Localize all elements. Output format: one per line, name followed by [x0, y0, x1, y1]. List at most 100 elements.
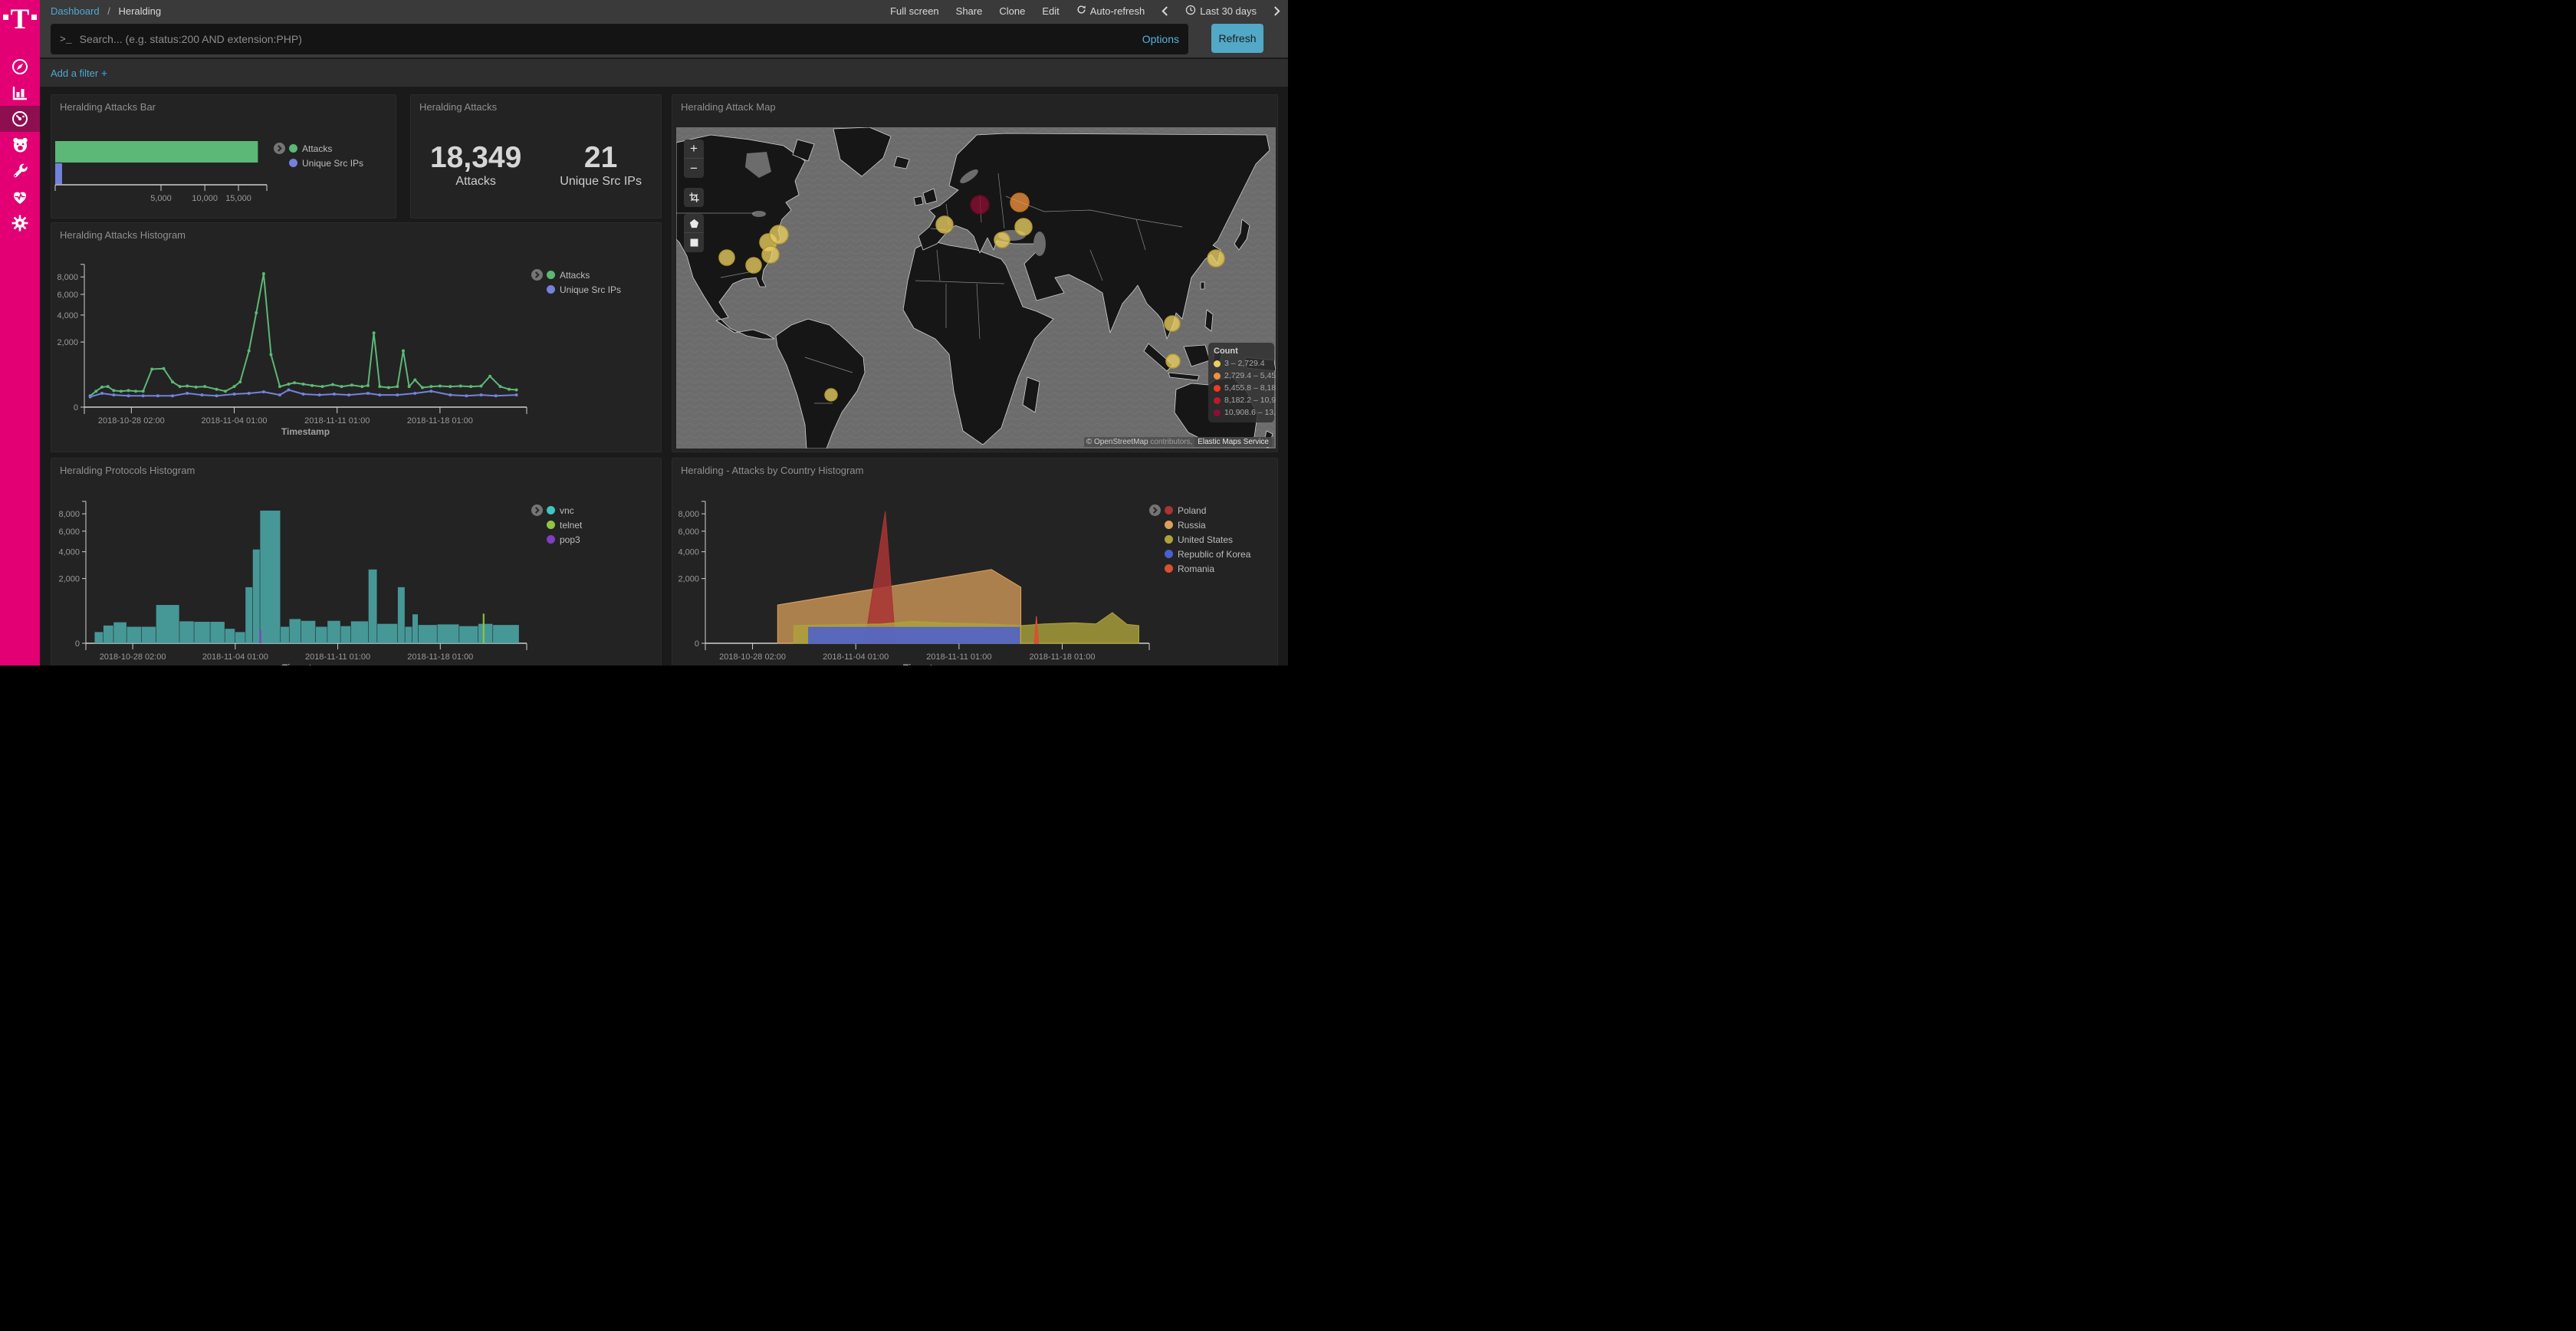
map-fit-control: [684, 188, 704, 207]
map-zoom-controls: + −: [684, 140, 704, 178]
legend-toggle-icon[interactable]: [274, 143, 285, 154]
panel-attack-map: Heralding Attack Map: [672, 94, 1278, 452]
attack-location-circle[interactable]: [971, 196, 989, 214]
svg-text:Timestamp: Timestamp: [903, 662, 951, 666]
map-legend-label: 2,729.4 – 5,455.8: [1224, 371, 1276, 380]
svg-text:2018-11-18 01:00: 2018-11-18 01:00: [1029, 652, 1095, 662]
attack-location-circle[interactable]: [936, 216, 953, 233]
svg-text:8,000: 8,000: [678, 510, 699, 519]
draw-polygon-icon[interactable]: [684, 214, 704, 233]
map-legend-label: 10,908.6 – 13,635: [1224, 408, 1276, 417]
elastic-maps-credit[interactable]: Elastic Maps Service: [1194, 437, 1272, 447]
attack-location-circle[interactable]: [1166, 354, 1180, 368]
draw-rectangle-icon[interactable]: [684, 233, 704, 252]
crop-icon[interactable]: [684, 188, 704, 207]
refresh-button[interactable]: Refresh: [1211, 24, 1263, 53]
sidebar-item-dashboard[interactable]: [0, 106, 40, 132]
zoom-out-button[interactable]: −: [684, 159, 704, 178]
time-forward-button[interactable]: [1273, 6, 1280, 16]
legend-dot: [1165, 550, 1173, 558]
kibana-dashboard-screen: T: [0, 0, 1288, 666]
legend-item[interactable]: Unique Src IPs: [289, 156, 363, 170]
breadcrumb-dashboard-link[interactable]: Dashboard: [51, 5, 100, 17]
chart-legend: Attacks Unique Src IPs: [274, 141, 363, 170]
edit-button[interactable]: Edit: [1042, 5, 1059, 17]
protocols-bar-chart[interactable]: 02,0004,0006,0008,0002018-10-28 02:00201…: [51, 458, 661, 666]
attack-location-circle[interactable]: [825, 389, 837, 401]
metric-unique-src-ips: 21 Unique Src IPs: [560, 143, 642, 189]
legend-toggle-icon[interactable]: [531, 504, 543, 516]
svg-text:4,000: 4,000: [678, 548, 699, 557]
time-picker-button[interactable]: Last 30 days: [1185, 5, 1257, 18]
map-draw-controls: [684, 214, 704, 252]
share-button[interactable]: Share: [956, 5, 983, 17]
legend-label: Russia: [1178, 520, 1206, 531]
legend-item[interactable]: vnc: [547, 503, 582, 518]
chart-legend: vnc telnetpop3: [531, 503, 582, 547]
time-range-label: Last 30 days: [1200, 5, 1257, 17]
attack-location-circle[interactable]: [719, 250, 734, 265]
svg-text:2018-11-04 01:00: 2018-11-04 01:00: [202, 416, 268, 426]
time-back-button[interactable]: [1162, 6, 1168, 16]
map-legend-dot: [1214, 385, 1221, 392]
legend-label: vnc: [560, 505, 574, 516]
svg-text:4,000: 4,000: [58, 548, 80, 557]
attack-location-circle[interactable]: [762, 246, 779, 263]
map-legend-label: 3 – 2,729.4: [1224, 359, 1265, 368]
attack-location-circle[interactable]: [746, 258, 761, 273]
attack-location-circle[interactable]: [1208, 250, 1224, 267]
panel-title: Heralding - Attacks by Country Histogram: [681, 465, 863, 476]
legend-item[interactable]: telnet: [547, 518, 582, 532]
svg-text:Timestamp: Timestamp: [282, 662, 330, 666]
legend-item[interactable]: Attacks: [547, 268, 621, 282]
legend-item[interactable]: pop3: [547, 532, 582, 547]
attacks-line-chart[interactable]: 02,0004,0006,0008,0002018-10-28 02:00201…: [51, 223, 661, 452]
sidebar-item-dev-tools[interactable]: [0, 158, 40, 184]
legend-label: Attacks: [560, 270, 590, 281]
full-screen-button[interactable]: Full screen: [890, 5, 939, 17]
attack-location-circle[interactable]: [994, 232, 1010, 248]
osm-credit[interactable]: © OpenStreetMap: [1086, 438, 1148, 446]
sidebar-item-monitoring[interactable]: [0, 184, 40, 210]
add-filter-link[interactable]: Add a filter+: [51, 67, 107, 79]
svg-text:2,000: 2,000: [58, 575, 80, 584]
panel-attacks-histogram: Heralding Attacks Histogram 02,0004,0006…: [51, 222, 662, 452]
legend-item[interactable]: Attacks: [289, 141, 363, 156]
sidebar-item-visualize[interactable]: [0, 80, 40, 106]
world-map[interactable]: + − Count 3 – 2,729.42,729.4 – 5,455.85,…: [676, 127, 1276, 449]
legend-toggle-icon[interactable]: [531, 269, 543, 281]
attack-location-circle[interactable]: [1165, 316, 1180, 331]
search-input[interactable]: [80, 33, 1135, 45]
svg-text:8,000: 8,000: [58, 510, 80, 519]
sidebar-item-management[interactable]: [0, 210, 40, 236]
breadcrumb-separator: /: [107, 5, 110, 17]
attack-location-circle[interactable]: [1010, 193, 1029, 212]
svg-text:2018-11-04 01:00: 2018-11-04 01:00: [202, 652, 268, 662]
options-link[interactable]: Options: [1142, 33, 1179, 45]
legend-item[interactable]: Russia: [1165, 518, 1250, 532]
bar-chart-icon: [11, 84, 29, 102]
svg-text:2018-11-04 01:00: 2018-11-04 01:00: [823, 652, 889, 662]
legend-label: Unique Src IPs: [302, 158, 363, 169]
chart-legend: Poland RussiaUnited StatesRepublic of Kor…: [1149, 503, 1250, 576]
legend-item[interactable]: Republic of Korea: [1165, 547, 1250, 561]
legend-item[interactable]: Poland: [1165, 503, 1250, 518]
panel-title: Heralding Attacks Histogram: [60, 229, 186, 241]
legend-item[interactable]: Unique Src IPs: [547, 282, 621, 297]
zoom-in-button[interactable]: +: [684, 140, 704, 159]
auto-refresh-button[interactable]: Auto-refresh: [1076, 5, 1145, 17]
legend-label: Unique Src IPs: [560, 284, 621, 295]
legend-dot: [1165, 521, 1173, 529]
telekom-logo[interactable]: T: [0, 0, 40, 40]
svg-text:6,000: 6,000: [57, 291, 78, 300]
legend-dot: [547, 271, 555, 279]
legend-toggle-icon[interactable]: [1149, 504, 1161, 516]
sidebar-item-honeypot[interactable]: [0, 132, 40, 158]
clone-button[interactable]: Clone: [999, 5, 1025, 17]
attack-location-circle[interactable]: [1015, 219, 1032, 235]
sidebar-item-discover[interactable]: [0, 54, 40, 80]
breadcrumb: Dashboard / Heralding: [51, 5, 161, 17]
legend-item[interactable]: Romania: [1165, 561, 1250, 576]
legend-item[interactable]: United States: [1165, 532, 1250, 547]
attack-location-circle[interactable]: [770, 225, 788, 244]
